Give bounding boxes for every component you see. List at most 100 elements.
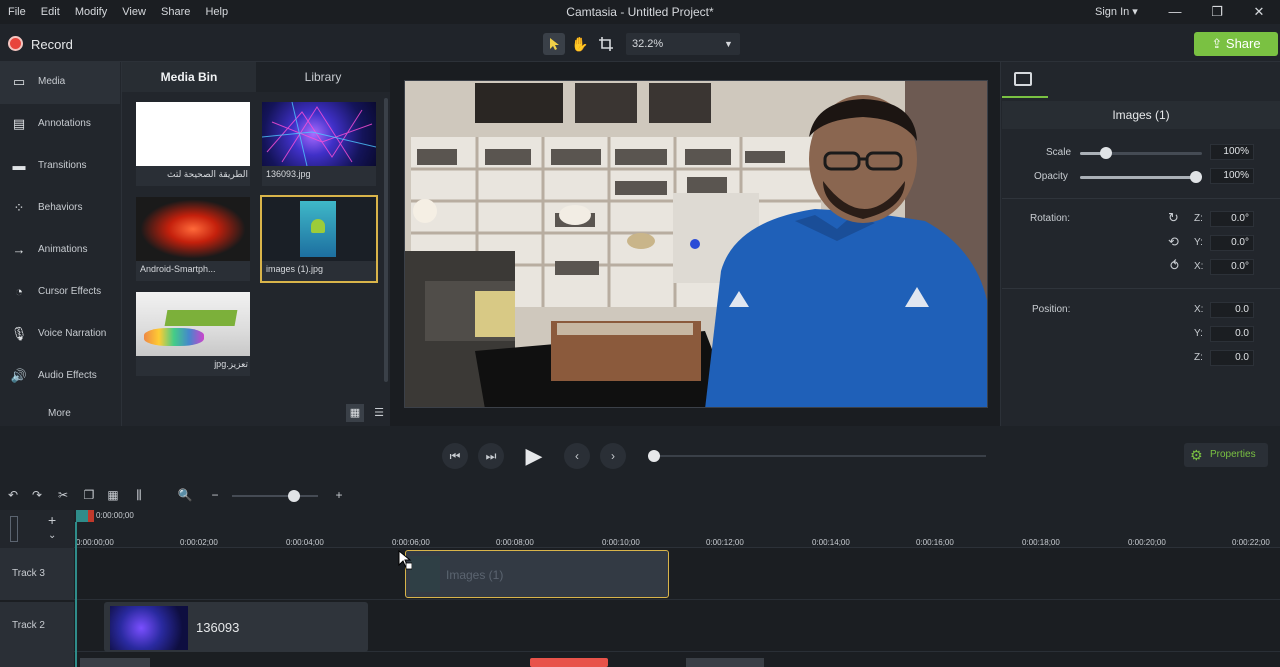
media-icon: ▭ xyxy=(12,74,26,89)
position-x-value[interactable]: 0.0 xyxy=(1210,302,1254,318)
playback-scrubber[interactable] xyxy=(652,455,986,457)
timeline-scrollbar[interactable] xyxy=(530,658,608,667)
timeline-overview-clip xyxy=(80,658,150,667)
sidebar-item-label: Animations xyxy=(38,244,88,255)
sidebar-item-label: Media xyxy=(38,76,66,87)
scale-value[interactable]: 100% xyxy=(1210,144,1254,160)
media-item[interactable]: الطريقة الصحيحة لتث xyxy=(136,102,250,186)
cut-icon[interactable]: ✂ xyxy=(54,486,72,504)
position-z-value[interactable]: 0.0 xyxy=(1210,350,1254,366)
paste-icon[interactable]: ▦ xyxy=(104,486,122,504)
sidebar-item-cursor-effects[interactable]: ◔ Cursor Effects xyxy=(0,272,120,314)
record-button[interactable]: Record xyxy=(31,37,73,52)
track-row-3[interactable] xyxy=(74,548,1280,600)
clip-label: 136093 xyxy=(196,620,240,635)
maximize-button[interactable]: ❐ xyxy=(1202,0,1232,24)
next-clip-icon[interactable]: › xyxy=(600,443,626,469)
clip-thumbnail xyxy=(110,606,188,650)
step-forward-icon[interactable]: ⏭ xyxy=(478,443,504,469)
record-icon[interactable] xyxy=(8,36,23,51)
minimize-button[interactable]: — xyxy=(1160,0,1190,24)
playhead-marker[interactable] xyxy=(88,510,94,522)
sidebar-item-behaviors[interactable]: ⁘ Behaviors xyxy=(0,188,120,230)
position-label: Position: xyxy=(1032,304,1071,315)
track-name[interactable]: Track 3 xyxy=(12,568,45,579)
media-item[interactable]: تعزيز.jpg xyxy=(136,292,250,376)
rotate-z-icon: ↻ xyxy=(1168,210,1179,225)
media-caption: الطريقة الصحيحة لتث xyxy=(167,169,248,179)
chevron-down-icon[interactable]: ▼ xyxy=(724,33,733,55)
sidebar-item-voice-narration[interactable]: 🎙 Voice Narration xyxy=(0,314,120,356)
scrubber-knob[interactable] xyxy=(648,450,660,462)
timeline-zoom-slider[interactable] xyxy=(232,495,318,497)
preview-canvas[interactable] xyxy=(404,80,988,408)
previous-clip-icon[interactable]: ‹ xyxy=(564,443,590,469)
playhead-time: 0:00:00;00 xyxy=(96,511,134,520)
zoom-select[interactable]: 32.2% xyxy=(626,33,740,55)
visual-properties-icon[interactable] xyxy=(1014,72,1032,86)
sidebar-item-transitions[interactable]: ▬ Transitions xyxy=(0,146,120,188)
sign-in-menu[interactable]: Sign In ▾ xyxy=(1095,0,1138,24)
rotation-y-value[interactable]: 0.0° xyxy=(1210,235,1254,251)
tick-label: 0:00:20;00 xyxy=(1128,538,1166,547)
microphone-icon: 🎙 xyxy=(10,326,28,341)
sidebar-item-animations[interactable]: → Animations xyxy=(0,230,120,272)
position-y-value[interactable]: 0.0 xyxy=(1210,326,1254,342)
zoom-icon: 🔍 xyxy=(177,488,193,502)
timeline-zoom-knob[interactable] xyxy=(288,490,300,502)
media-thumbnail xyxy=(136,102,250,166)
tick-label: 0:00:00;00 xyxy=(76,538,114,547)
more-button[interactable]: More xyxy=(48,408,71,419)
crop-tool-icon[interactable] xyxy=(595,33,617,55)
undo-icon[interactable]: ↶ xyxy=(4,486,22,504)
media-thumbnail xyxy=(136,197,250,261)
sidebar-item-label: Transitions xyxy=(38,160,87,171)
list-view-icon[interactable]: ☰ xyxy=(370,404,388,422)
media-caption: تعزيز.jpg xyxy=(214,359,248,369)
scale-slider-knob[interactable] xyxy=(1100,147,1112,159)
rotate-x-icon: ⥀ xyxy=(1170,258,1179,273)
sidebar-item-media[interactable]: ▭ Media xyxy=(0,62,120,104)
chevron-down-icon[interactable]: ⌄ xyxy=(48,530,56,541)
divider xyxy=(1002,288,1280,289)
rotation-x-value[interactable]: 0.0° xyxy=(1210,259,1254,275)
tick-label: 0:00:08;00 xyxy=(496,538,534,547)
zoom-out-icon[interactable]: − xyxy=(206,486,224,504)
opacity-slider-knob[interactable] xyxy=(1190,171,1202,183)
tab-library[interactable]: Library xyxy=(256,62,390,92)
tick-label: 0:00:10;00 xyxy=(602,538,640,547)
share-label: Share xyxy=(1225,36,1261,51)
opacity-value[interactable]: 100% xyxy=(1210,168,1254,184)
pan-tool-icon[interactable]: ✋ xyxy=(569,33,591,55)
track-divider xyxy=(0,600,74,602)
tab-media-bin[interactable]: Media Bin xyxy=(122,62,256,92)
copy-icon[interactable]: ❐ xyxy=(80,486,98,504)
redo-icon[interactable]: ↷ xyxy=(28,486,46,504)
speaker-icon: 🔊 xyxy=(10,368,28,383)
step-back-icon[interactable]: ⏮ xyxy=(442,443,468,469)
play-icon[interactable]: ▶ xyxy=(518,440,550,472)
timeline-clip-images[interactable] xyxy=(405,550,669,598)
track-name[interactable]: Track 2 xyxy=(12,620,45,631)
timeline-ruler[interactable] xyxy=(74,510,1280,548)
media-item[interactable]: Android-Smartph... xyxy=(136,197,250,281)
select-tool-icon[interactable] xyxy=(543,33,565,55)
media-scrollbar[interactable] xyxy=(384,98,388,382)
add-track-icon[interactable]: + xyxy=(48,512,56,528)
media-thumbnail xyxy=(261,101,377,167)
media-item[interactable]: 136093.jpg xyxy=(261,101,377,186)
close-button[interactable]: ✕ xyxy=(1244,0,1274,24)
grid-view-icon[interactable]: ▦ xyxy=(346,404,364,422)
track-height-handle[interactable] xyxy=(10,516,18,542)
tick-label: 0:00:16;00 xyxy=(916,538,954,547)
media-item[interactable]: images (1).jpg xyxy=(260,195,378,283)
rotation-z-value[interactable]: 0.0° xyxy=(1210,211,1254,227)
zoom-in-icon[interactable]: + xyxy=(330,486,348,504)
playhead-line xyxy=(75,522,77,667)
sidebar-item-audio-effects[interactable]: 🔊 Audio Effects xyxy=(0,356,120,398)
sidebar-item-annotations[interactable]: ▤ Annotations xyxy=(0,104,120,146)
split-icon[interactable]: ⫼ xyxy=(130,486,148,504)
video-frame xyxy=(405,81,987,407)
media-caption: 136093.jpg xyxy=(266,169,311,179)
share-button[interactable]: ⇪ Share xyxy=(1194,32,1278,56)
